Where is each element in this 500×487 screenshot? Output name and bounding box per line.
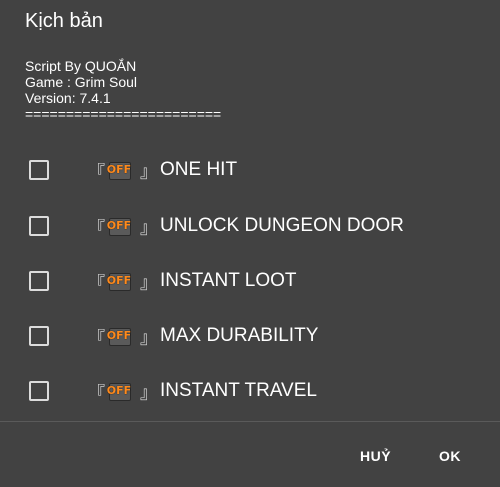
info-separator: ========================	[25, 106, 222, 122]
bracket-open: 『	[88, 383, 105, 403]
bracket-open: 『	[88, 162, 105, 182]
bracket-close: 』	[140, 218, 157, 238]
bracket-open: 『	[88, 273, 105, 293]
option-max-durability[interactable]: 『 OFF 』 MAX DURABILITY	[0, 308, 500, 363]
option-one-hit[interactable]: 『 OFF 』 ONE HIT	[0, 142, 500, 197]
option-unlock-dungeon-door[interactable]: 『 OFF 』 UNLOCK DUNGEON DOOR	[0, 198, 500, 253]
checkbox-unchecked-icon[interactable]	[29, 215, 49, 236]
checkbox-unchecked-icon[interactable]	[29, 380, 49, 401]
option-instant-travel[interactable]: 『 OFF 』 INSTANT TRAVEL	[0, 363, 500, 418]
bracket-close: 』	[140, 383, 157, 403]
checkbox-unchecked-icon[interactable]	[29, 325, 49, 346]
script-info: Script By QUOẮN Game : Grim Soul Version…	[25, 58, 221, 122]
bracket-open: 『	[88, 328, 105, 348]
option-label: INSTANT TRAVEL	[160, 379, 317, 401]
bracket-close: 』	[140, 328, 157, 348]
option-instant-loot[interactable]: 『 OFF 』 INSTANT LOOT	[0, 253, 500, 308]
bracket-open: 『	[88, 218, 105, 238]
info-game: Game : Grim Soul	[25, 74, 138, 90]
info-version: Version: 7.4.1	[25, 90, 111, 106]
bracket-close: 』	[140, 273, 157, 293]
cancel-button[interactable]: HUỶ	[360, 448, 391, 464]
info-author: Script By QUOẮN	[25, 58, 137, 74]
off-toggle-icon: OFF	[106, 216, 132, 236]
off-toggle-icon: OFF	[106, 326, 132, 346]
off-toggle-icon: OFF	[106, 381, 132, 401]
option-label: ONE HIT	[160, 158, 238, 180]
bracket-close: 』	[140, 162, 157, 182]
checkbox-unchecked-icon[interactable]	[29, 270, 49, 291]
dialog-title: Kịch bản	[25, 10, 103, 32]
option-label: INSTANT LOOT	[160, 269, 297, 291]
off-toggle-icon: OFF	[106, 160, 132, 180]
button-divider	[0, 421, 500, 422]
option-label: UNLOCK DUNGEON DOOR	[160, 214, 404, 236]
option-label: MAX DURABILITY	[160, 324, 319, 346]
checkbox-unchecked-icon[interactable]	[29, 159, 49, 180]
off-toggle-icon: OFF	[106, 271, 132, 291]
ok-button[interactable]: OK	[439, 448, 461, 464]
